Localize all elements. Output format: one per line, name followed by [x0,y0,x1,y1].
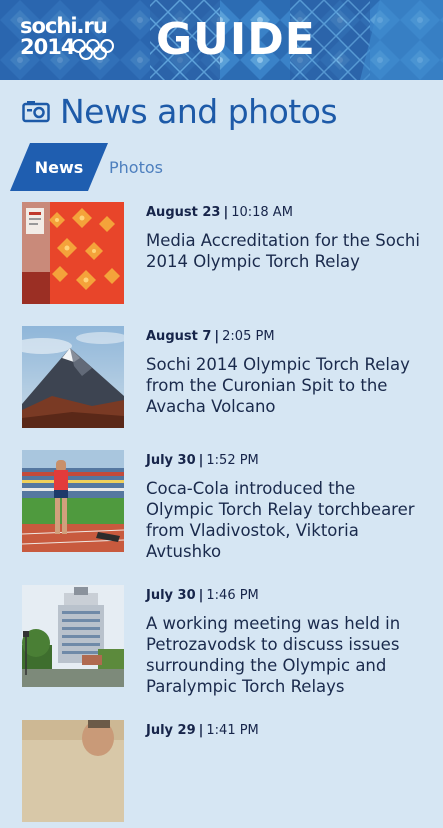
tab-bar: News Photos [10,143,430,191]
portrait-image [22,720,124,822]
news-item[interactable]: July 30 | 1:46 PM A working meeting was he… [0,583,443,696]
torch-ornament-image [22,202,124,304]
tab-news[interactable]: News [10,143,108,191]
news-thumbnail[interactable] [22,450,124,552]
news-date-day: July 30 [146,453,196,468]
volcano-image [22,326,124,428]
news-thumbnail[interactable] [22,202,124,304]
news-date: July 29 | 1:41 PM [146,723,259,738]
news-date-time: 1:41 PM [206,723,259,738]
news-date: August 23 | 10:18 AM [146,205,293,220]
news-headline[interactable]: Media Accreditation for the Sochi 2014 O… [146,230,426,272]
building-image [22,585,124,687]
news-date-day: July 30 [146,588,196,603]
news-headline[interactable]: A working meeting was held in Petrozavod… [146,613,426,697]
app-title: GUIDE [156,14,316,65]
stadium-athlete-image [22,450,124,552]
news-thumbnail[interactable] [22,326,124,428]
camera-news-icon [22,101,50,123]
news-date: July 30 | 1:46 PM [146,588,259,603]
header-banner: sochi.ru 2014 GUIDE [0,0,443,80]
news-item[interactable]: August 7 | 2:05 PM Sochi 2014 Olympic Torc… [0,324,443,434]
news-date-day: August 7 [146,329,212,344]
tab-news-label: News [34,157,84,177]
news-date-time: 10:18 AM [231,205,293,220]
news-item[interactable]: July 29 | 1:41 PM [0,718,443,828]
news-date: July 30 | 1:52 PM [146,453,259,468]
page-title: News and photos [60,92,338,131]
page-header: News and photos [22,90,338,134]
tab-photos[interactable]: Photos [109,143,189,191]
news-item[interactable]: July 30 | 1:52 PM Coca-Cola introduced the… [0,448,443,561]
news-date-day: July 29 [146,723,196,738]
news-date-day: August 23 [146,205,221,220]
news-date-time: 2:05 PM [222,329,275,344]
news-item[interactable]: August 23 | 10:18 AM Media Accreditation f… [0,200,443,310]
news-headline[interactable]: Coca-Cola introduced the Olympic Torch R… [146,478,426,562]
news-date-time: 1:46 PM [206,588,259,603]
sochi-logo: sochi.ru 2014 [20,14,138,66]
news-date: August 7 | 2:05 PM [146,329,275,344]
olympic-rings-icon [72,39,114,60]
logo-text-line2: 2014 [20,35,75,59]
tab-photos-label: Photos [109,157,163,177]
news-headline[interactable]: Sochi 2014 Olympic Torch Relay from the … [146,354,426,417]
news-date-time: 1:52 PM [206,453,259,468]
news-thumbnail[interactable] [22,585,124,687]
news-thumbnail[interactable] [22,720,124,822]
